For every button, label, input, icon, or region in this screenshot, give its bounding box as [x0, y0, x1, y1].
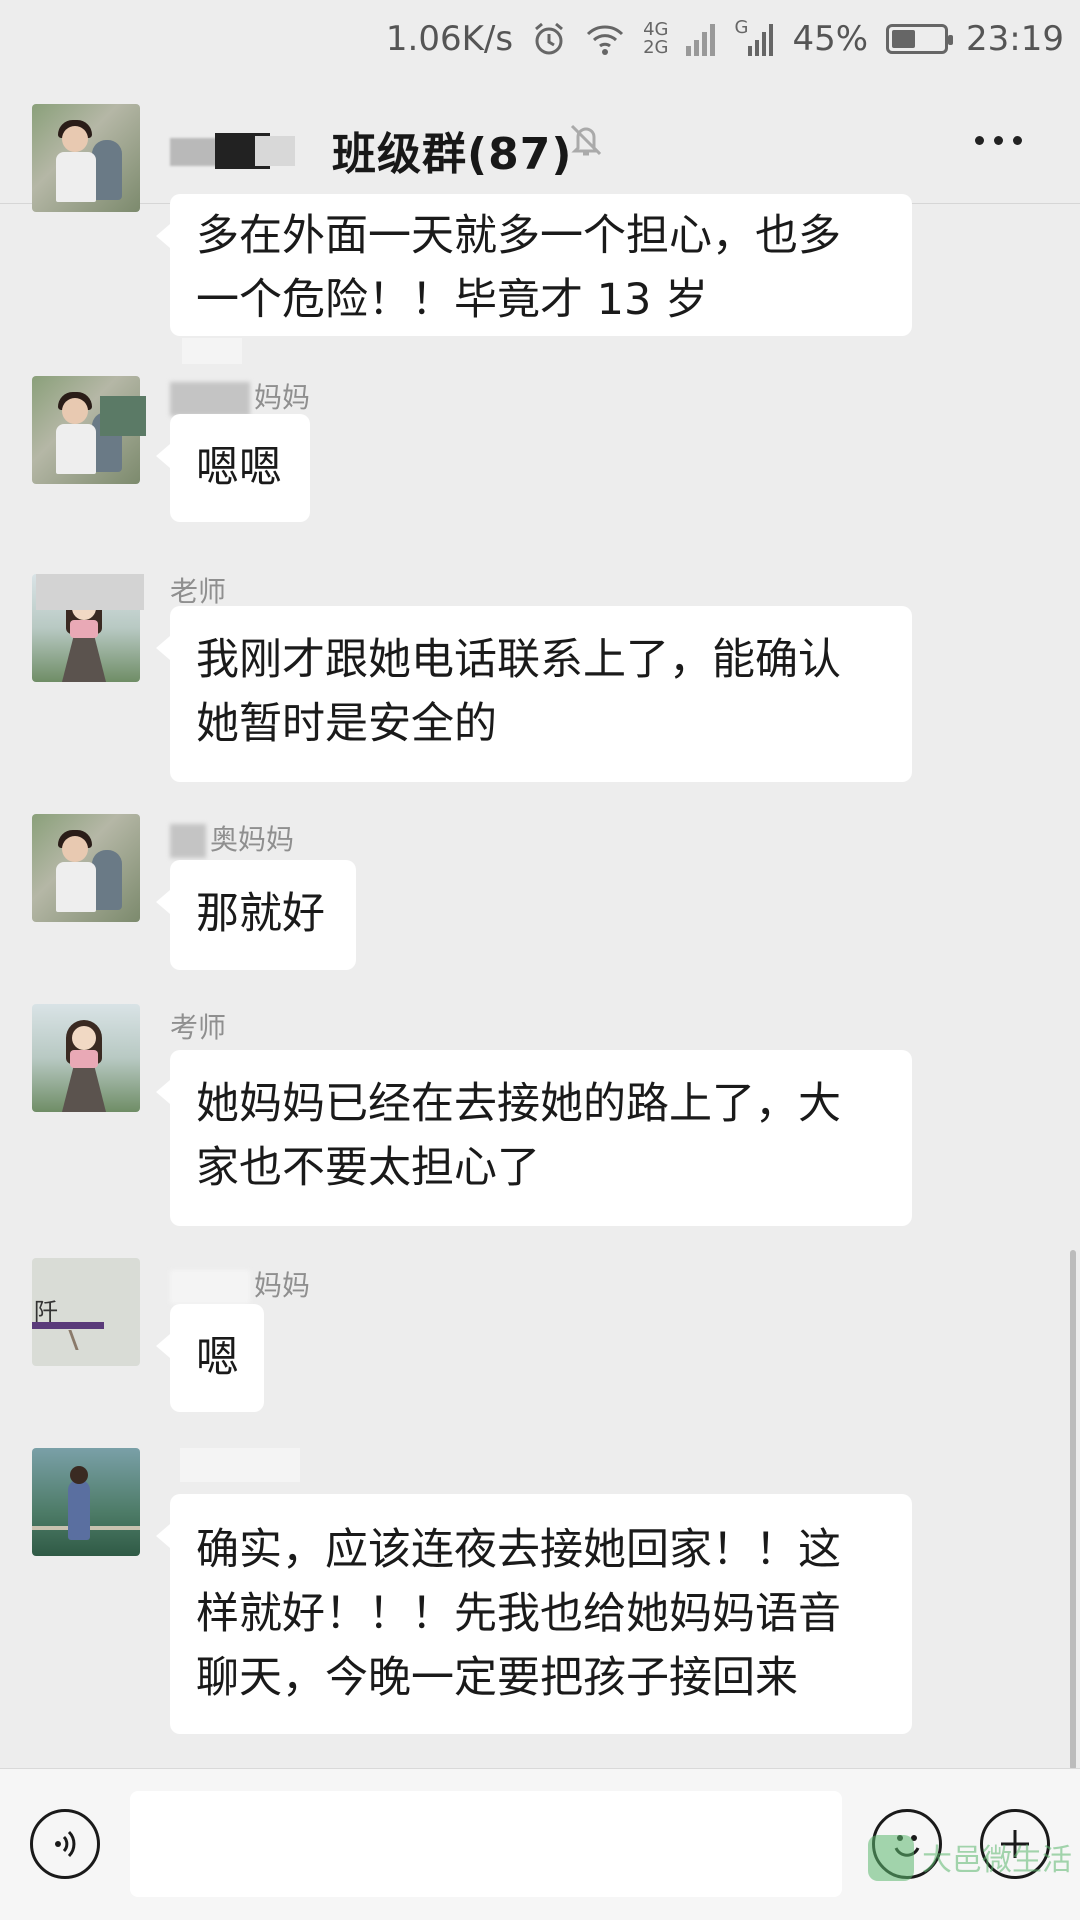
- message-line: 她妈妈已经在去接她的路上了，大: [196, 1079, 841, 1129]
- alarm-icon: [531, 19, 567, 59]
- message-bubble[interactable]: 那就好: [156, 860, 356, 970]
- clock: 23:19: [966, 19, 1064, 59]
- sim-label: G: [734, 17, 749, 38]
- sender-name: 奥妈妈: [170, 818, 294, 858]
- watermark-logo: [868, 1835, 914, 1881]
- network-speed: 1.06K/s: [385, 19, 514, 59]
- message-bubble[interactable]: 嗯嗯: [156, 414, 310, 522]
- message-line: 那就好: [196, 889, 325, 939]
- avatar[interactable]: [32, 1004, 140, 1112]
- blurred-area: [100, 396, 146, 436]
- message-line: 多在外面一天就多一个担心，也多: [196, 211, 841, 261]
- mobile-network-icon: 4G 2G: [643, 19, 668, 59]
- watermark: 大邑微生活: [868, 1831, 1072, 1891]
- voice-button[interactable]: [30, 1809, 100, 1879]
- message-line: 她暂时是安全的: [196, 699, 497, 749]
- watermark-text: 大邑微生活: [922, 1843, 1072, 1878]
- status-bar: 1.06K/s 4G 2G G 45% 23:19: [0, 0, 1080, 78]
- blurred-area: [255, 136, 295, 166]
- signal-icon: [686, 19, 716, 59]
- message-bubble[interactable]: 多在外面一天就多一个担心，也多 一个危险！！毕竟才 13 岁: [156, 194, 912, 336]
- message-bubble[interactable]: 她妈妈已经在去接她的路上了，大 家也不要太担心了: [156, 1050, 912, 1226]
- chat-header: 班级群(87): [0, 78, 1080, 204]
- avatar[interactable]: [32, 814, 140, 922]
- message-line: 样就好！！！先我也给她妈妈语音: [196, 1589, 841, 1639]
- signal-icon-sim2: G: [734, 19, 774, 59]
- sender-name: 考师: [170, 1011, 227, 1044]
- message-line: 嗯: [196, 1333, 239, 1383]
- battery-icon: [886, 24, 954, 54]
- blurred-area: [180, 1448, 300, 1482]
- scrollbar[interactable]: [1070, 1250, 1076, 1770]
- message-line: 聊天，今晚一定要把孩子接回来: [196, 1653, 798, 1703]
- blurred-area: [36, 574, 144, 610]
- mute-icon: [566, 120, 606, 160]
- blurred-area: [182, 338, 242, 364]
- sender-name: 老师: [170, 575, 227, 608]
- battery-fill: [892, 30, 916, 48]
- sender-name: 妈妈: [170, 376, 310, 416]
- more-icon[interactable]: [975, 136, 1022, 145]
- voice-icon: [55, 1830, 76, 1858]
- message-bubble[interactable]: 我刚才跟她电话联系上了，能确认 她暂时是安全的: [156, 606, 912, 782]
- message-line: 确实，应该连夜去接她回家！！这: [196, 1525, 841, 1575]
- message-bubble[interactable]: 确实，应该连夜去接她回家！！这 样就好！！！先我也给她妈妈语音 聊天，今晚一定要…: [156, 1494, 912, 1734]
- avatar[interactable]: 阡: [32, 1258, 140, 1366]
- wifi-icon: [585, 19, 625, 59]
- message-line: 我刚才跟她电话联系上了，能确认: [196, 635, 841, 685]
- message-line: 嗯嗯: [196, 443, 282, 493]
- sender-name: 妈妈: [170, 1264, 310, 1304]
- battery-percent: 45%: [792, 19, 869, 59]
- avatar[interactable]: [32, 1448, 140, 1556]
- network-type-bottom: 2G: [643, 37, 669, 58]
- input-bar: 大邑微生活: [0, 1768, 1080, 1920]
- avatar[interactable]: [32, 104, 140, 212]
- chat-title: 班级群(87): [332, 129, 573, 180]
- message-line: 一个危险！！毕竟才 13 岁: [196, 275, 709, 325]
- message-input[interactable]: [130, 1791, 842, 1897]
- message-line: 家也不要太担心了: [196, 1143, 540, 1193]
- message-bubble[interactable]: 嗯: [156, 1304, 264, 1412]
